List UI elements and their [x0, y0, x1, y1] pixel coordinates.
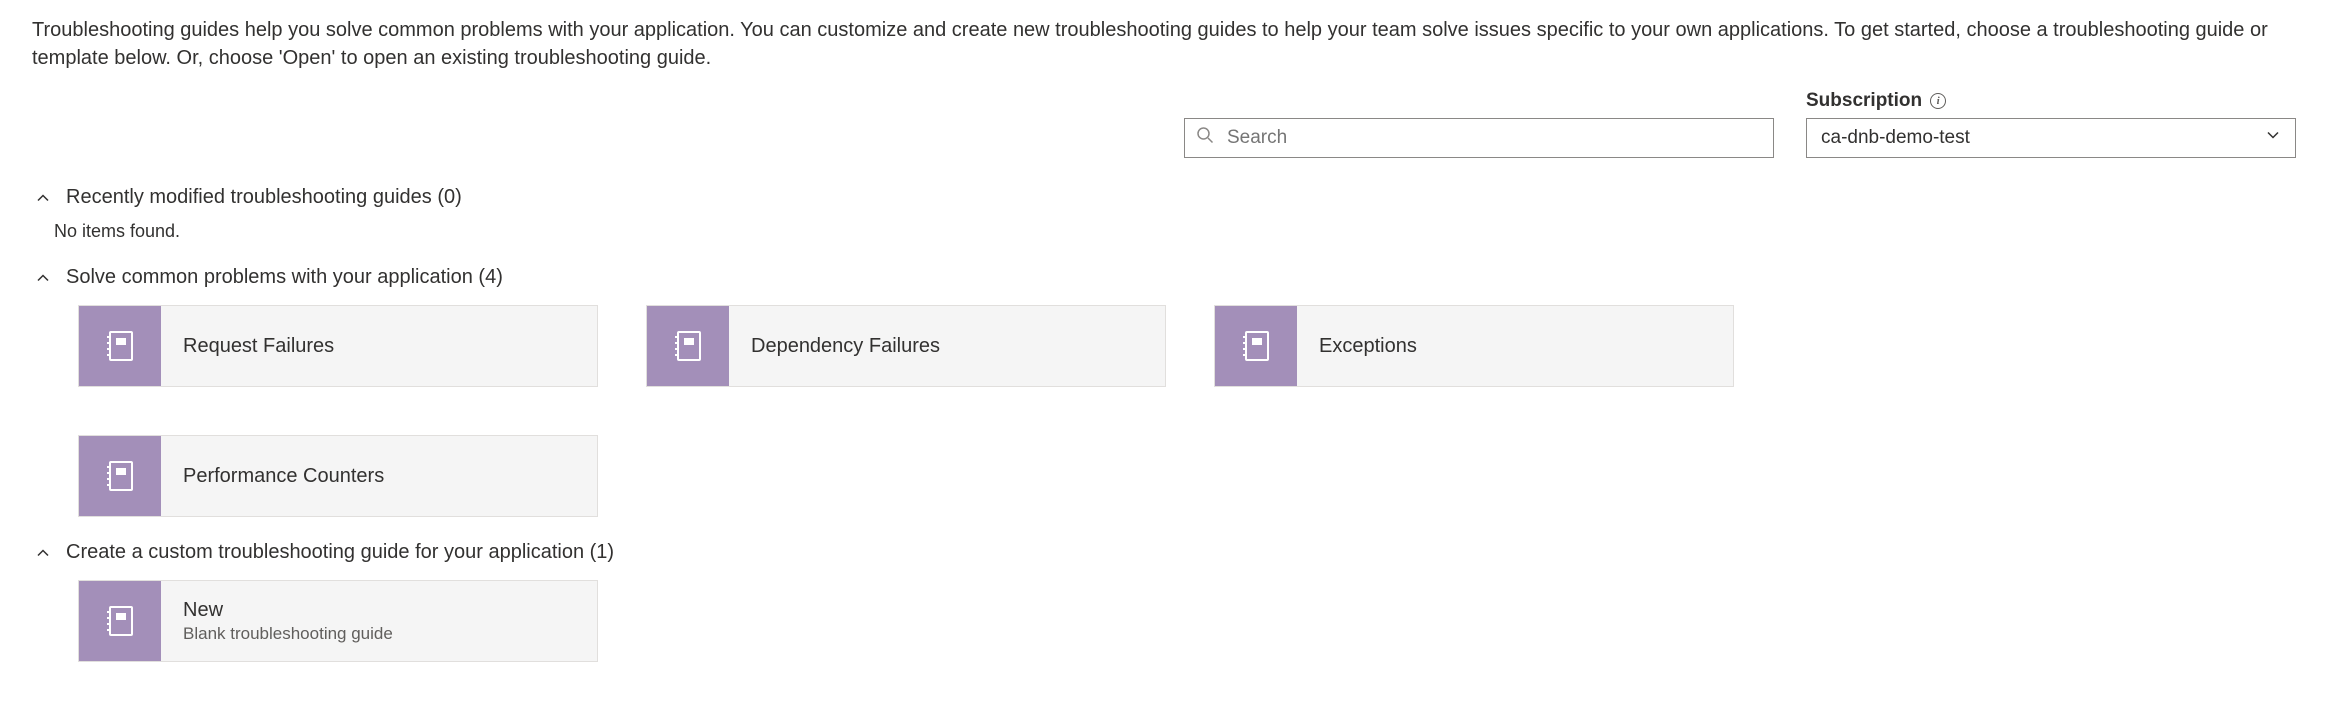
custom-tiles: New Blank troubleshooting guide — [78, 580, 2296, 662]
search-icon — [1196, 126, 1214, 150]
tile-exceptions[interactable]: Exceptions — [1214, 305, 1734, 387]
section-recent-header[interactable]: Recently modified troubleshooting guides… — [32, 186, 2296, 209]
workbook-icon — [79, 581, 161, 661]
workbook-icon — [1215, 306, 1297, 386]
section-common: Solve common problems with your applicat… — [32, 266, 2296, 517]
tile-title: Performance Counters — [183, 465, 575, 488]
chevron-down-icon — [2265, 127, 2281, 149]
search-input[interactable] — [1184, 118, 1774, 158]
workbook-icon — [79, 306, 161, 386]
intro-text: Troubleshooting guides help you solve co… — [32, 16, 2292, 72]
info-icon[interactable]: i — [1930, 93, 1946, 109]
tile-title: Dependency Failures — [751, 335, 1143, 358]
section-recent-title: Recently modified troubleshooting guides… — [66, 186, 462, 209]
workbook-icon — [647, 306, 729, 386]
subscription-dropdown[interactable]: ca-dnb-demo-test — [1806, 118, 2296, 158]
tile-new-blank[interactable]: New Blank troubleshooting guide — [78, 580, 598, 662]
tile-dependency-failures[interactable]: Dependency Failures — [646, 305, 1166, 387]
common-tiles: Request Failures Dependency Failures — [78, 305, 2296, 517]
section-custom-header[interactable]: Create a custom troubleshooting guide fo… — [32, 541, 2296, 564]
workbook-icon — [79, 436, 161, 516]
subscription-block: Subscription i ca-dnb-demo-test — [1806, 90, 2296, 158]
tile-performance-counters[interactable]: Performance Counters — [78, 435, 598, 517]
chevron-up-icon — [32, 270, 54, 286]
section-common-header[interactable]: Solve common problems with your applicat… — [32, 266, 2296, 289]
search-block — [1184, 118, 1774, 158]
tile-title: Request Failures — [183, 335, 575, 358]
filter-row: Subscription i ca-dnb-demo-test — [32, 90, 2296, 158]
section-custom: Create a custom troubleshooting guide fo… — [32, 541, 2296, 662]
section-recent: Recently modified troubleshooting guides… — [32, 186, 2296, 242]
chevron-up-icon — [32, 190, 54, 206]
tile-title: New — [183, 599, 575, 622]
section-recent-empty: No items found. — [54, 221, 2296, 242]
subscription-value: ca-dnb-demo-test — [1821, 127, 1970, 149]
tile-request-failures[interactable]: Request Failures — [78, 305, 598, 387]
section-common-title: Solve common problems with your applicat… — [66, 266, 503, 289]
subscription-label: Subscription i — [1806, 90, 2296, 112]
subscription-label-text: Subscription — [1806, 90, 1922, 112]
tile-title: Exceptions — [1319, 335, 1711, 358]
chevron-up-icon — [32, 545, 54, 561]
section-custom-title: Create a custom troubleshooting guide fo… — [66, 541, 614, 564]
tile-subtitle: Blank troubleshooting guide — [183, 624, 575, 644]
